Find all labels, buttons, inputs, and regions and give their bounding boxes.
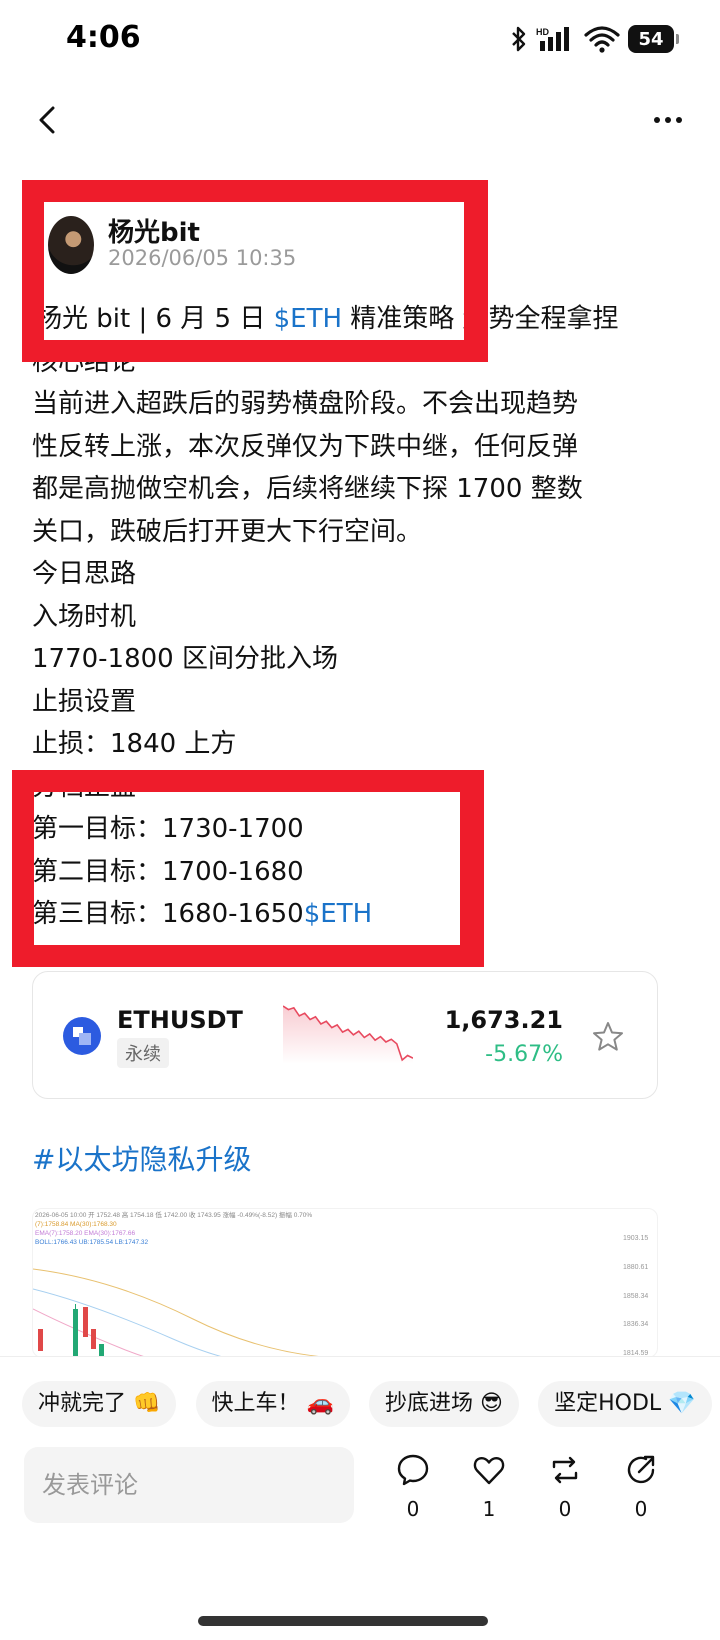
price-tick: 1836.34 [623, 1321, 648, 1328]
heart-icon [473, 1456, 505, 1485]
post-line: 当前进入超跌后的弱势横盘阶段。不会出现趋势 [32, 389, 579, 419]
post-line: 性反转上涨，本次反弹仅为下跌中继，任何反弹 [32, 431, 579, 462]
status-time: 4:06 [66, 20, 141, 55]
ticker-price: 1,673.21 [444, 1006, 563, 1034]
attached-chart-image[interactable]: 2026-06-05 10:00 开 1752.48 高 1754.18 低 1… [32, 1208, 658, 1358]
chart-info-line: EMA(7):1758.20 EMA(30):1767.66 [35, 1230, 135, 1237]
dot [676, 117, 682, 123]
candle [38, 1329, 43, 1351]
candle [91, 1329, 96, 1349]
comment-button[interactable]: 0 [383, 1453, 443, 1521]
bluetooth-icon [512, 26, 526, 52]
diamond-icon: 💎 [668, 1391, 696, 1416]
post-line: 入场时机 [32, 601, 137, 632]
sunglasses-icon: 😎 [480, 1391, 503, 1416]
favorite-button[interactable] [591, 1020, 625, 1054]
comment-icon [397, 1454, 429, 1486]
chart-info-line: (7):1758.84 MA(30):1768.30 [35, 1221, 117, 1228]
ticker-symbol: ETHUSDT [117, 1006, 243, 1034]
share-count: 0 [634, 1497, 648, 1521]
home-indicator[interactable] [198, 1616, 488, 1626]
price-tick: 1858.34 [623, 1293, 648, 1300]
like-button[interactable]: 1 [459, 1453, 519, 1521]
post-line: 今日思路 [32, 559, 137, 589]
quick-reply-chip[interactable]: 冲就完了 👊 [22, 1381, 177, 1427]
post-line: 都是高抛做空机会，后续将继续下探 1700 整数 [32, 474, 583, 504]
ticker-change: -5.67% [485, 1042, 563, 1067]
highlight-box-header [22, 180, 488, 362]
battery-indicator: 54 [628, 25, 679, 53]
chip-label: 冲就完了 [38, 1391, 127, 1416]
chart-info-line: 2026-06-05 10:00 开 1752.48 高 1754.18 低 1… [35, 1210, 312, 1219]
repost-button[interactable]: 0 [535, 1453, 595, 1521]
post-line: 止损设置 [32, 686, 137, 717]
price-sparkline [283, 1005, 413, 1064]
dot [654, 117, 660, 123]
ticker-card[interactable]: ETHUSDT 永续 1,673.21 -5.67% [32, 971, 658, 1099]
comment-count: 0 [406, 1497, 420, 1521]
ma-line [33, 1268, 330, 1357]
back-button[interactable] [28, 100, 68, 140]
chip-label: 抄底进场 [385, 1391, 474, 1416]
wifi-icon [584, 26, 620, 53]
star-icon [593, 1022, 623, 1051]
post-line: 关口，跌破后打开更大下行空间。 [32, 516, 423, 547]
share-button[interactable]: 0 [611, 1453, 671, 1521]
post-line: 1770-1800 区间分批入场 [32, 644, 338, 674]
post-line: 止损：1840 上方 [32, 729, 237, 759]
contract-type-badge: 永续 [117, 1038, 169, 1068]
chip-label: 坚定HODL [554, 1391, 662, 1416]
bottom-comment-panel: 冲就完了 👊 快上车！ 🚗 抄底进场 😎 坚定HODL 💎 发表评论 0 1 0… [0, 1356, 720, 1640]
signal-icon: HD [536, 27, 569, 51]
topic-hashtag-link[interactable]: #以太坊隐私升级 [32, 1138, 251, 1178]
price-tick: 1903.15 [623, 1235, 648, 1242]
repost-count: 0 [558, 1497, 572, 1521]
chart-info-line: BOLL:1766.43 UB:1785.54 LB:1747.32 [35, 1239, 149, 1246]
car-icon: 🚗 [306, 1391, 334, 1416]
boll-line [33, 1288, 225, 1357]
quick-reply-chip[interactable]: 抄底进场 😎 [369, 1381, 519, 1427]
status-bar: 4:06 HD 54 [0, 0, 720, 80]
status-icons: HD 54 [510, 22, 679, 56]
dot [665, 117, 671, 123]
quick-reply-chip[interactable]: 坚定HODL 💎 [538, 1381, 712, 1427]
chip-label: 快上车！ [211, 1391, 300, 1416]
network-label: HD [536, 27, 549, 37]
quick-reply-chip[interactable]: 快上车！ 🚗 [195, 1381, 350, 1427]
top-navigation [0, 86, 720, 162]
candle [99, 1344, 104, 1356]
quick-reply-bar: 冲就完了 👊 快上车！ 🚗 抄底进场 😎 坚定HODL 💎 [22, 1381, 720, 1429]
candlestick-chart-thumbnail: 2026-06-05 10:00 开 1752.48 高 1754.18 低 1… [33, 1210, 648, 1357]
comment-input[interactable]: 发表评论 [24, 1447, 354, 1523]
highlight-box-targets [12, 770, 484, 967]
exchange-logo-icon [63, 1017, 101, 1055]
repost-icon [552, 1456, 578, 1484]
candle [83, 1307, 88, 1337]
share-icon [627, 1455, 655, 1484]
fist-icon: 👊 [133, 1391, 161, 1416]
like-count: 1 [482, 1497, 496, 1521]
price-tick: 1880.61 [623, 1264, 648, 1271]
chevron-left-icon [39, 106, 55, 134]
more-options-button[interactable] [644, 100, 692, 140]
